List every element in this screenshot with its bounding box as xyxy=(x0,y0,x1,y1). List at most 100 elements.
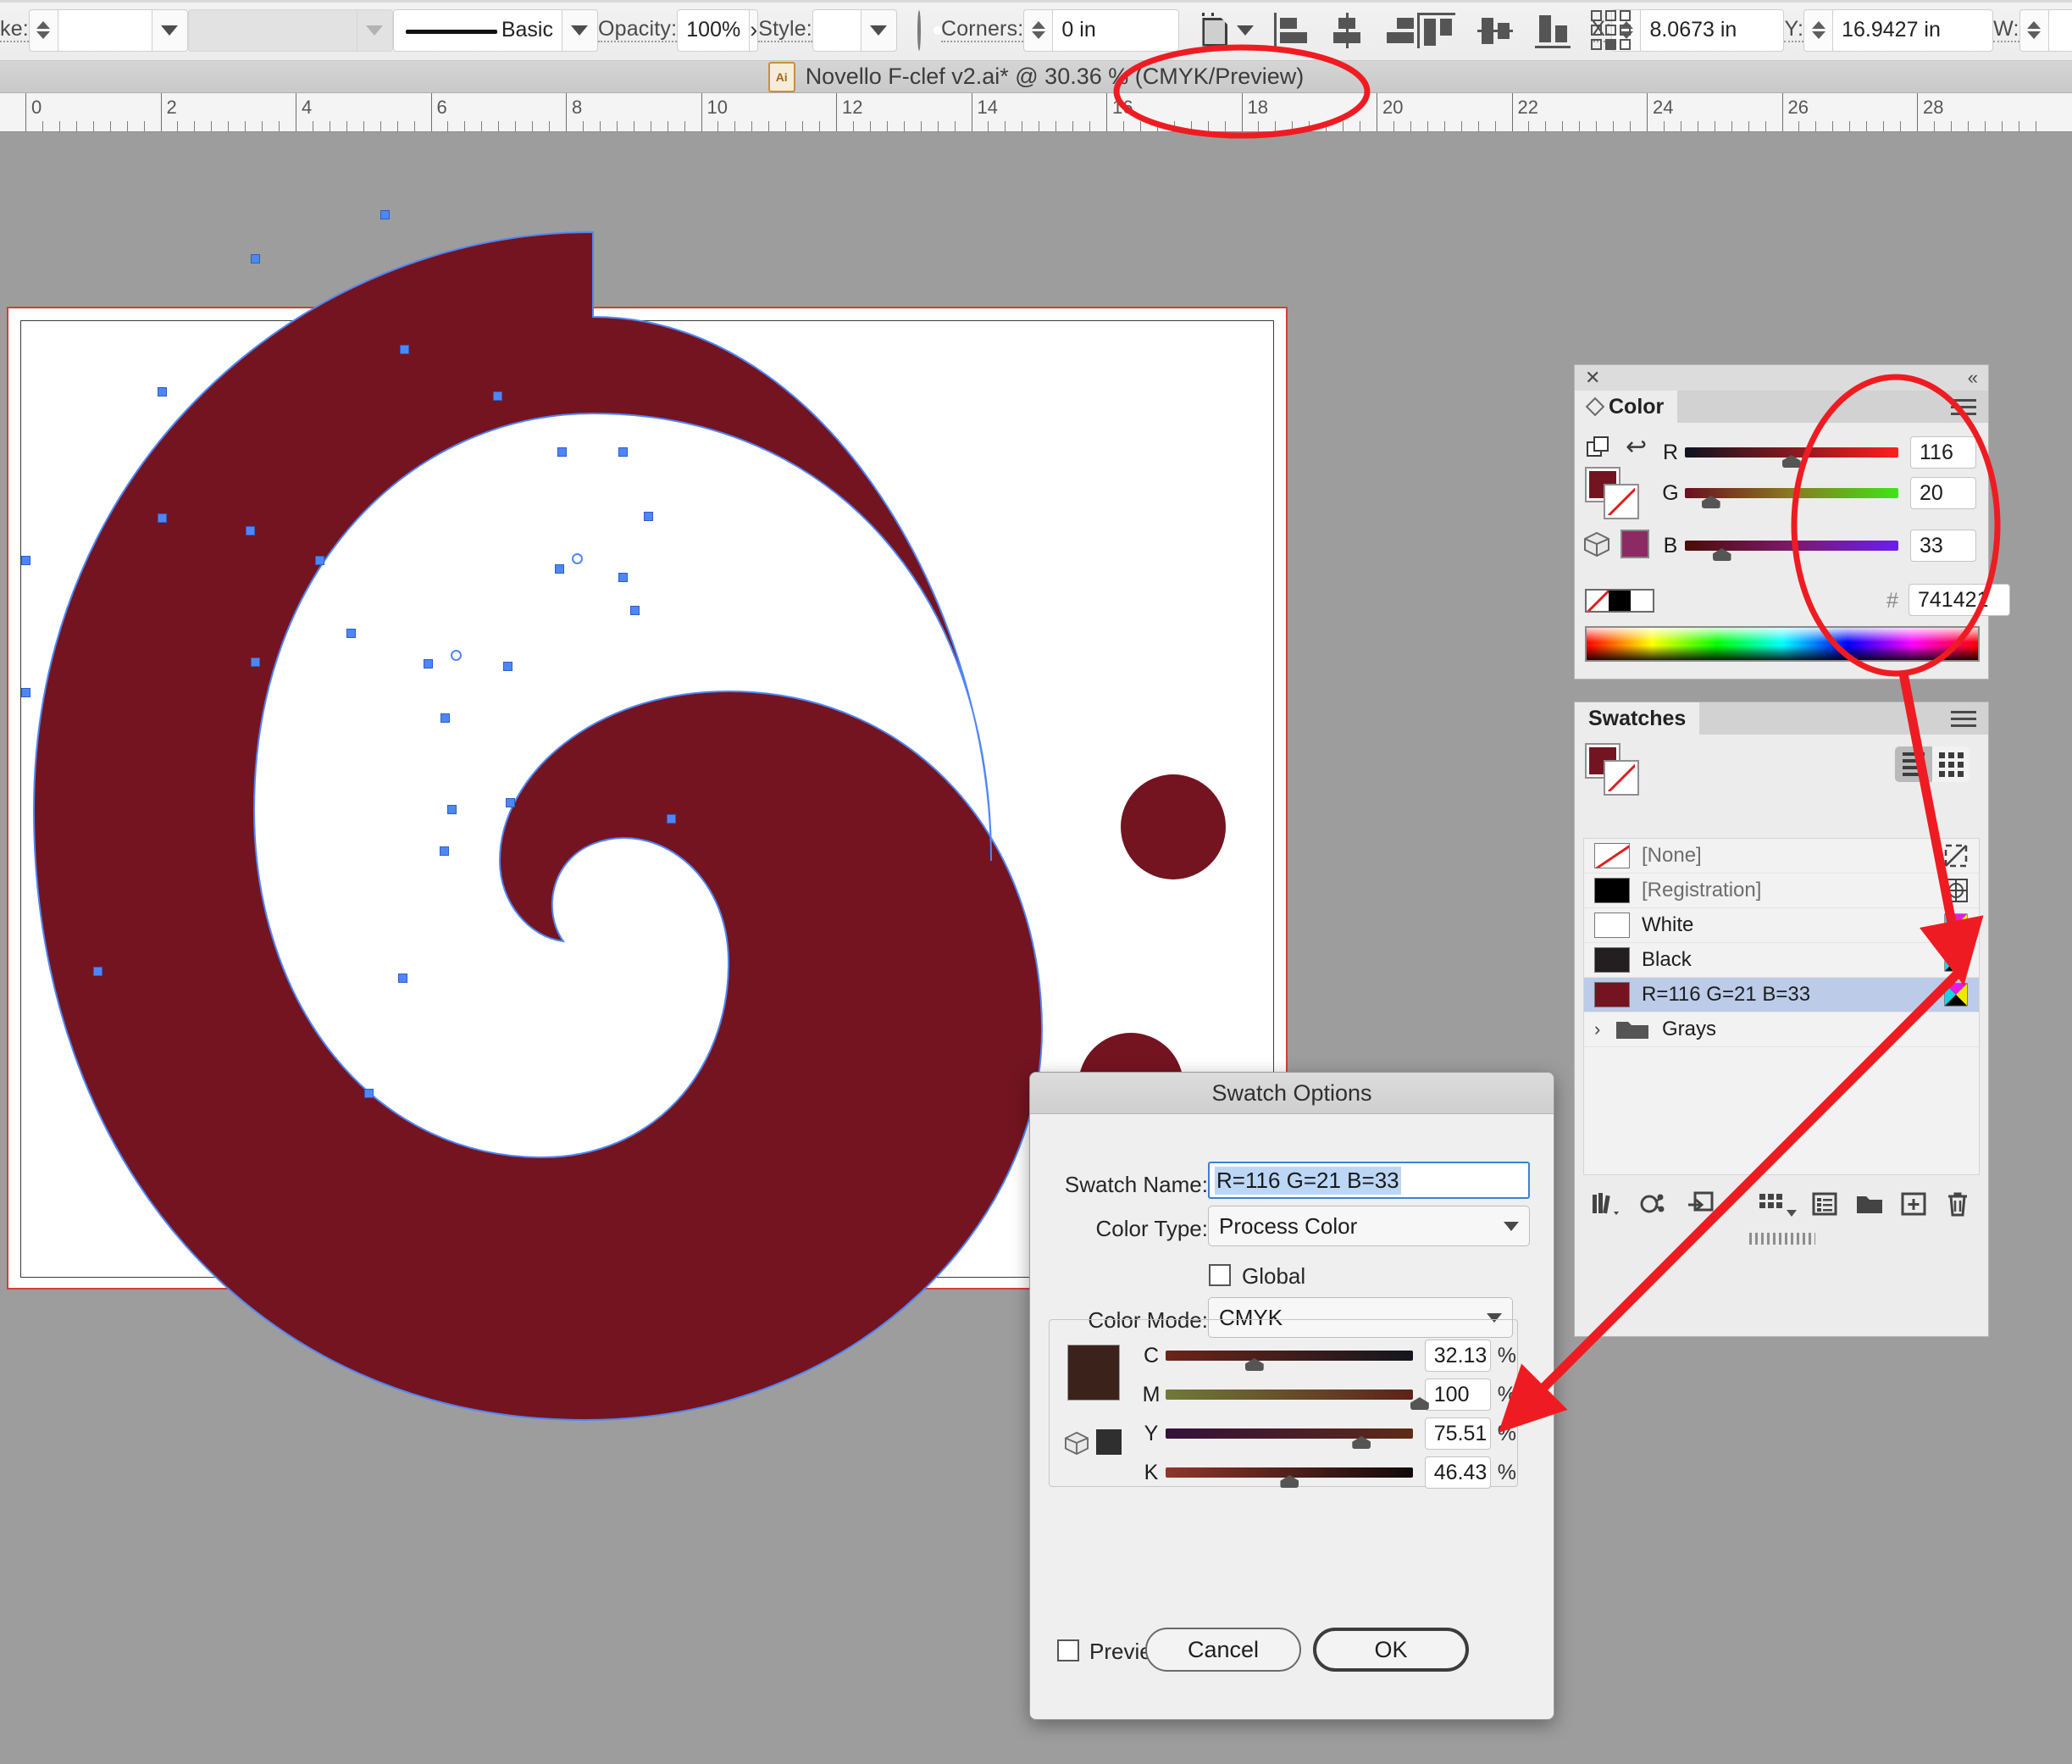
anchor-point[interactable] xyxy=(506,798,515,807)
swatch-row[interactable]: R=116 G=21 B=33 xyxy=(1584,978,1979,1012)
global-checkbox[interactable] xyxy=(1209,1264,1231,1286)
x-coordinate-control[interactable]: 8.0673 in xyxy=(1611,8,1785,52)
none-swatch-icon[interactable] xyxy=(1587,591,1609,611)
swatch-row[interactable]: [Registration] xyxy=(1584,874,1979,908)
color-panel-tabbar[interactable]: Color xyxy=(1575,391,1988,423)
anchor-point[interactable] xyxy=(21,688,30,697)
swatch-options-dialog[interactable]: Swatch Options Swatch Name: R=116 G=21 B… xyxy=(1029,1072,1554,1720)
graphic-style-dropdown[interactable] xyxy=(861,8,897,52)
swap-fill-stroke-icon[interactable] xyxy=(1587,436,1610,458)
disclosure-triangle-icon[interactable]: › xyxy=(1594,1020,1611,1039)
none-black-white-swatches[interactable] xyxy=(1585,589,1654,613)
graphic-style-field[interactable] xyxy=(812,8,861,52)
y-stepper[interactable] xyxy=(1803,8,1833,52)
corners-control[interactable]: 0 in xyxy=(1023,8,1180,52)
width-profile-field[interactable] xyxy=(187,8,357,52)
hamburger-menu-icon[interactable] xyxy=(1951,391,1988,423)
transform-document-setup-icon[interactable] xyxy=(1199,12,1255,48)
brush-definition-field[interactable]: Basic xyxy=(392,8,562,52)
slider-row-c[interactable]: C 32.13 % xyxy=(1137,1338,1516,1373)
anchor-point[interactable] xyxy=(493,391,502,401)
black-swatch-icon[interactable] xyxy=(1609,591,1631,611)
slider-track-c[interactable] xyxy=(1166,1351,1413,1361)
anchor-point[interactable] xyxy=(315,556,324,565)
align-top-icon[interactable] xyxy=(1420,12,1456,48)
cancel-button[interactable]: Cancel xyxy=(1145,1628,1301,1672)
anchor-point[interactable] xyxy=(398,974,407,983)
swatch-row[interactable]: White xyxy=(1584,908,1979,943)
align-center-horizontal-icon[interactable] xyxy=(1330,12,1364,48)
anchor-point[interactable] xyxy=(246,526,255,535)
swatch-row[interactable]: › Grays xyxy=(1584,1012,1979,1047)
out-of-gamut-warning-icon[interactable] xyxy=(1583,531,1610,557)
hex-input[interactable]: 741421 xyxy=(1909,584,2010,616)
corners-stepper[interactable] xyxy=(1023,8,1053,52)
delete-swatch-icon[interactable] xyxy=(1936,1191,1980,1217)
default-fill-stroke-icon[interactable]: ↩ xyxy=(1626,435,1647,460)
opacity-input[interactable]: 100% xyxy=(677,8,751,52)
slider-row-m[interactable]: M 100 % xyxy=(1137,1377,1516,1412)
anchor-point[interactable] xyxy=(440,846,449,856)
variable-width-profile[interactable] xyxy=(187,8,393,52)
anchor-point[interactable] xyxy=(21,556,30,565)
slider-row-b[interactable]: B 33 xyxy=(1656,528,1976,563)
swatch-kinds-icon[interactable] xyxy=(1753,1191,1803,1217)
document-tab-bar[interactable]: Ai Novello F-clef v2.ai* @ 30.36 % (CMYK… xyxy=(0,61,2072,93)
anchor-point[interactable] xyxy=(555,564,564,574)
slider-track-b[interactable] xyxy=(1685,541,1898,551)
tab-color[interactable]: Color xyxy=(1575,391,1678,423)
anchor-point[interactable] xyxy=(251,254,260,263)
panel-resize-grip[interactable] xyxy=(1749,1233,1815,1245)
graphic-style-control[interactable] xyxy=(812,8,897,52)
stroke-color-proxy[interactable] xyxy=(1604,484,1639,519)
show-color-group-icon[interactable] xyxy=(1629,1191,1675,1217)
swatch-row[interactable]: Black xyxy=(1584,943,1979,978)
y-coordinate-control[interactable]: 16.9427 in xyxy=(1803,8,1994,52)
y-input[interactable]: 16.9427 in xyxy=(1832,8,1994,52)
stroke-weight-input[interactable] xyxy=(57,8,152,52)
hamburger-menu-icon[interactable] xyxy=(1951,702,1988,735)
horizontal-ruler[interactable]: 0 2 4 6 8 10 12 14 16 18 20 22 24 26 28 xyxy=(0,93,2072,132)
swatches-stroke-proxy[interactable] xyxy=(1604,760,1639,796)
grid-view-icon[interactable] xyxy=(1932,746,1970,782)
slider-row-r[interactable]: R 116 xyxy=(1656,435,1976,470)
stroke-weight-control[interactable] xyxy=(28,8,188,52)
add-to-library-icon[interactable] xyxy=(1675,1191,1725,1217)
w-stepper[interactable] xyxy=(2019,8,2048,52)
corners-input[interactable]: 0 in xyxy=(1052,8,1180,52)
stroke-weight-dropdown[interactable] xyxy=(152,8,188,52)
align-left-icon[interactable] xyxy=(1274,12,1308,48)
cmyk-input-c[interactable]: 32.13 xyxy=(1424,1340,1491,1372)
brush-definition-dropdown[interactable] xyxy=(562,8,598,52)
anchor-point-direction[interactable] xyxy=(572,553,583,564)
swatch-row[interactable]: [None] xyxy=(1584,839,1979,874)
color-type-select[interactable]: Process Color xyxy=(1208,1206,1530,1246)
cmyk-input-m[interactable]: 100 xyxy=(1424,1378,1491,1411)
anchor-point[interactable] xyxy=(158,387,167,397)
width-profile-dropdown[interactable] xyxy=(357,8,393,52)
anchor-point[interactable] xyxy=(346,629,356,638)
stroke-weight-stepper[interactable] xyxy=(28,8,58,52)
white-swatch-icon[interactable] xyxy=(1631,591,1653,611)
new-color-group-icon[interactable] xyxy=(1847,1192,1891,1216)
color-panel[interactable]: ✕ « Color ↩ R 116 G 20 B 33 # 741421 xyxy=(1574,364,2010,680)
slider-row-g[interactable]: G 20 xyxy=(1656,475,1976,511)
opacity-expand-button[interactable]: › xyxy=(750,8,759,52)
anchor-point[interactable] xyxy=(667,814,676,824)
slider-row-k[interactable]: K 46.43 % xyxy=(1137,1455,1516,1490)
opacity-mask-icon[interactable] xyxy=(917,9,942,51)
align-middle-icon[interactable] xyxy=(1477,13,1514,48)
anchor-point[interactable] xyxy=(364,1089,374,1098)
anchor-point[interactable] xyxy=(618,573,628,582)
anchor-point[interactable] xyxy=(93,967,102,976)
anchor-point[interactable] xyxy=(644,512,653,521)
channel-input-b[interactable]: 33 xyxy=(1910,530,1976,562)
swatch-options-icon[interactable] xyxy=(1803,1191,1847,1217)
slider-track-r[interactable] xyxy=(1685,447,1898,458)
new-swatch-icon[interactable] xyxy=(1892,1191,1936,1217)
out-of-gamut-color-swatch[interactable] xyxy=(1096,1429,1122,1455)
anchor-point[interactable] xyxy=(424,659,433,668)
x-input[interactable]: 8.0673 in xyxy=(1640,8,1785,52)
collapse-panel-icon[interactable]: « xyxy=(1968,369,1978,387)
swatches-list[interactable]: [None] [Registration] White Black R=116 G=21… xyxy=(1583,838,1980,1175)
